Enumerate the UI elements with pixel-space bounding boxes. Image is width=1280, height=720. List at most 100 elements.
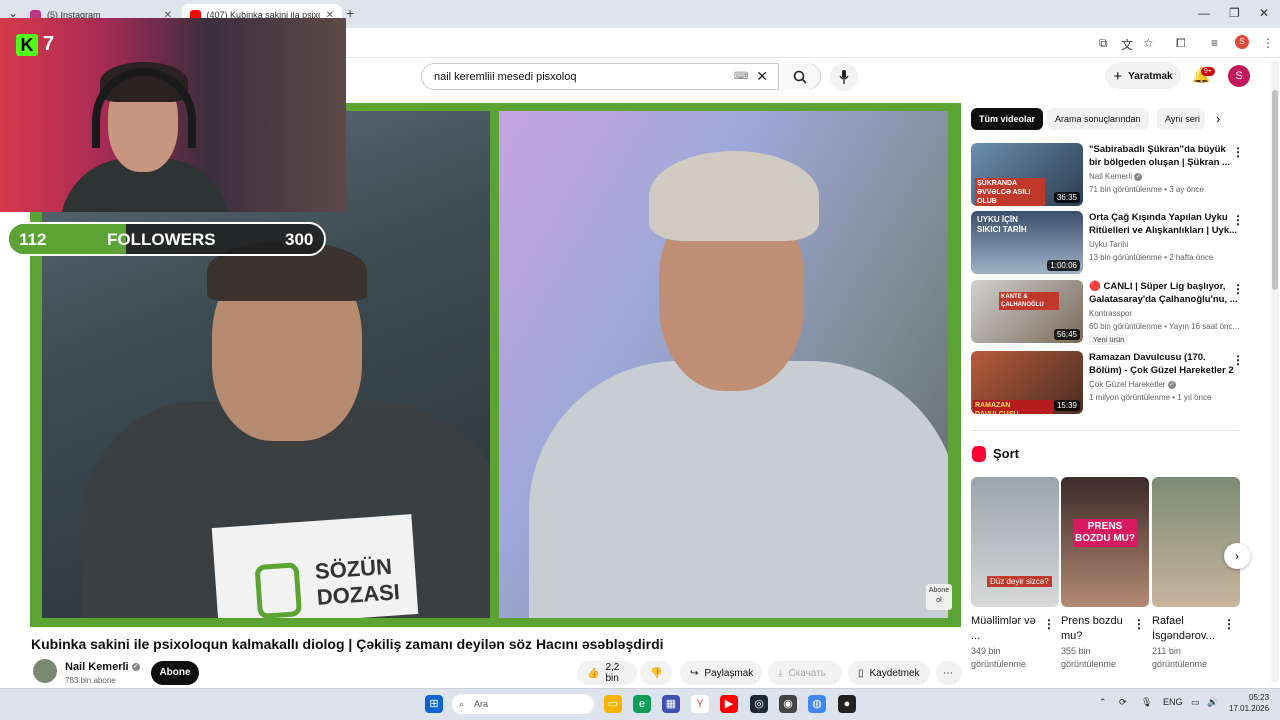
search-input[interactable]: nail keremliii mesedi pisxoloq (422, 71, 734, 83)
recommendation-meta: 1 milyon görüntülenme • 1 yıl önce (1089, 393, 1212, 402)
kick-viewer-count: 7 (43, 33, 55, 55)
taskbar-search-label: Ara (474, 699, 489, 709)
chrome-icon[interactable]: ◍ (808, 695, 826, 713)
download-label: Скачать (788, 667, 826, 679)
search-icon (793, 70, 807, 84)
browser-menu-icon[interactable]: ⋮ (1262, 36, 1274, 50)
kebab-menu-icon[interactable]: ⋮ (1043, 617, 1055, 631)
video-thumbnail[interactable]: KANTE & ÇALHANOĞLU 56:45 (971, 280, 1083, 343)
profile-avatar[interactable]: S (1235, 35, 1249, 49)
chip-all-videos[interactable]: Tüm videolar (971, 108, 1044, 130)
chip-from-search[interactable]: Arama sonuçlarından (1047, 108, 1149, 130)
plus-icon: + (1113, 67, 1123, 85)
more-actions-button[interactable]: ⋯ (936, 661, 962, 685)
chevron-right-icon[interactable]: › (1216, 111, 1220, 126)
share-icon: ↪ (690, 667, 699, 679)
short-title: Müəllimlər və ... (971, 615, 1036, 642)
share-button[interactable]: ↪ Paylaşmak (680, 661, 762, 685)
channel-subscribers: 783 bin abone (65, 676, 116, 685)
host-cap (649, 151, 819, 241)
scrollbar-thumb[interactable] (1272, 90, 1278, 290)
subscribe-button[interactable]: Abone (151, 661, 199, 685)
short-thumbnail[interactable] (1152, 477, 1240, 607)
shorts-icon (972, 446, 986, 462)
minimize-button[interactable]: — (1198, 6, 1210, 20)
windows-start-icon[interactable]: ⊞ (425, 695, 443, 713)
dislike-button[interactable]: 👎 (640, 661, 672, 685)
app-icon[interactable]: ◉ (779, 695, 797, 713)
file-explorer-icon[interactable]: ▭ (604, 695, 622, 713)
close-window-button[interactable]: ✕ (1259, 6, 1269, 20)
tray-overflow-icon[interactable]: ⌃ (1099, 697, 1107, 708)
media-icon[interactable]: ≡ (1211, 36, 1218, 50)
bookmark-star-icon[interactable]: ☆ (1143, 36, 1154, 50)
recommendation-item[interactable]: KANTE & ÇALHANOĞLU 56:45 🔴 CANLI | Süper… (971, 280, 1261, 345)
store-icon[interactable]: ▦ (662, 695, 680, 713)
keyboard-icon[interactable]: ⌨ (734, 71, 748, 82)
extensions-icon[interactable]: ⧠ (1176, 36, 1186, 51)
short-caption: PRENS BOZDU MU? (1073, 519, 1137, 547)
clear-search-icon[interactable]: ✕ (756, 68, 768, 85)
language-indicator[interactable]: ENG (1163, 697, 1183, 707)
kebab-menu-icon[interactable]: ⋮ (1232, 145, 1244, 159)
search-button[interactable] (778, 63, 820, 90)
host-body (529, 361, 948, 618)
kebab-menu-icon[interactable]: ⋮ (1232, 213, 1244, 227)
recommendation-item[interactable]: UYKU İÇİN SIKICI TARİH 1:00:06 Orta Çağ … (971, 211, 1261, 275)
install-icon[interactable]: ⧉ (1099, 36, 1108, 51)
volume-icon[interactable]: 🔊 (1207, 697, 1218, 708)
youtube-app-icon[interactable]: ▶ (720, 695, 738, 713)
download-button[interactable]: ⤓ Скачать (768, 661, 842, 685)
user-avatar[interactable]: S (1228, 65, 1250, 87)
short-thumbnail[interactable]: Düz deyir sizcə? (971, 477, 1059, 607)
download-icon: ⤓ (778, 667, 783, 679)
translate-icon[interactable]: 文 (1121, 36, 1133, 53)
thumbnail-caption: RAMAZAN DAVULCUSU (973, 400, 1053, 414)
save-button[interactable]: ▯ Kaydetmek (848, 661, 930, 685)
recommendation-item[interactable]: ŞÜKRANDA ƏVVƏLCƏ ASILI OLUB 36:35 "Sabir… (971, 143, 1261, 207)
yandex-icon[interactable]: Y (691, 695, 709, 713)
video-thumbnail[interactable]: RAMAZAN DAVULCUSU 15:39 (971, 351, 1083, 414)
kebab-menu-icon[interactable]: ⋮ (1133, 617, 1145, 631)
system-clock[interactable]: 05:23 17.01.2026 (1229, 692, 1269, 714)
followers-label: FOLLOWERS (107, 230, 216, 249)
video-thumbnail[interactable]: UYKU İÇİN SIKICI TARİH 1:00:06 (971, 211, 1083, 274)
maximize-button[interactable]: ❐ (1229, 6, 1240, 20)
taskbar-search[interactable]: ⌕ Ara (452, 694, 594, 714)
like-button[interactable]: 👍 2,2 bin (577, 661, 637, 685)
duration-badge: 36:35 (1053, 192, 1080, 203)
steam-icon[interactable]: ◎ (750, 695, 768, 713)
thumbnail-caption: UYKU İÇİN SIKICI TARİH (977, 215, 1027, 234)
create-button[interactable]: + Yaratmak (1105, 63, 1181, 89)
new-tab-button[interactable]: + (346, 5, 354, 21)
short-title: Prens bozdu mu? (1061, 615, 1123, 642)
shorts-next-button[interactable]: › (1224, 543, 1250, 569)
chip-same-series[interactable]: Aynı seri (1157, 108, 1205, 130)
followers-goal: 300 (285, 230, 314, 249)
obs-icon[interactable]: ● (838, 695, 856, 713)
kebab-menu-icon[interactable]: ⋮ (1232, 353, 1244, 367)
clock-time: 05:23 (1249, 693, 1270, 702)
channel-avatar[interactable] (33, 659, 57, 683)
channel-name[interactable]: Nail Kemerli ✓ (65, 661, 140, 673)
video-right-panel (499, 111, 948, 618)
microphone-icon (839, 70, 849, 84)
kebab-menu-icon[interactable]: ⋮ (1232, 282, 1244, 296)
video-thumbnail[interactable]: ŞÜKRANDA ƏVVƏLCƏ ASILI OLUB 36:35 (971, 143, 1083, 206)
recommendation-meta: 71 bin görüntülenme • 3 ay önce (1089, 185, 1204, 194)
subscribe-watermark[interactable]: Abone ol (926, 584, 952, 610)
edge-icon[interactable]: e (633, 695, 651, 713)
recommendation-item[interactable]: RAMAZAN DAVULCUSU 15:39 Ramazan Davulcus… (971, 351, 1261, 415)
short-thumbnail[interactable]: PRENS BOZDU MU? (1061, 477, 1149, 607)
voice-search-button[interactable] (830, 63, 858, 91)
display-icon[interactable]: ▭ (1191, 697, 1200, 708)
microphone-tray-icon[interactable]: 🎙 (1141, 697, 1152, 708)
search-box[interactable]: nail keremliii mesedi pisxoloq ⌨ ✕ (421, 63, 821, 90)
share-label: Paylaşmak (704, 667, 754, 679)
kebab-menu-icon[interactable]: ⋮ (1223, 617, 1235, 631)
duration-badge: 1:00:06 (1047, 260, 1080, 271)
recommendation-title: Orta Çağ Kışında Yapılan Uyku Ritüelleri… (1089, 212, 1238, 236)
recommendation-channel: Nail Kemerli ✓ (1089, 172, 1143, 181)
short-views: 349 bin görüntülenme (971, 646, 1027, 669)
tray-app-icon[interactable]: ⟳ (1119, 697, 1127, 708)
